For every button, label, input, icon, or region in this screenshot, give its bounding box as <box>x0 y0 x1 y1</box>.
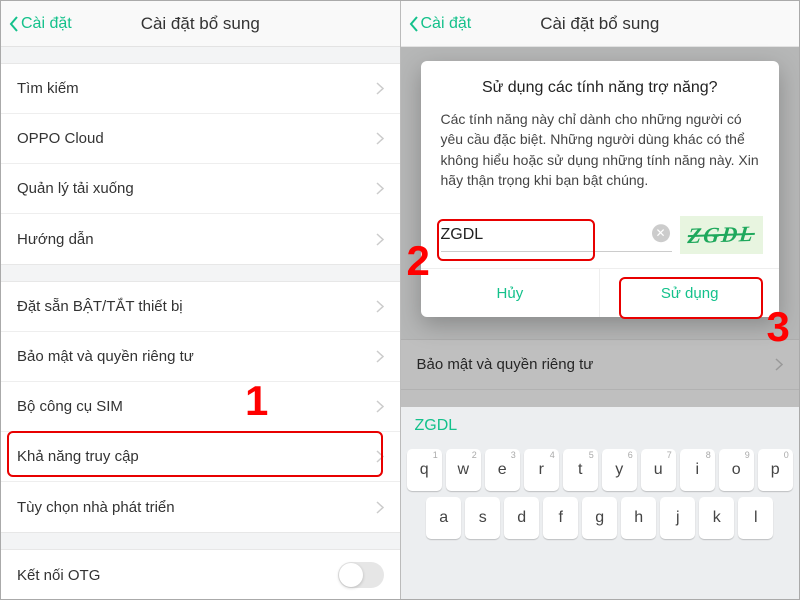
chevron-right-icon <box>376 233 384 246</box>
chevron-right-icon <box>376 182 384 195</box>
key-j[interactable]: j <box>660 497 695 539</box>
row-accessibility[interactable]: Khả năng truy cập <box>1 432 400 482</box>
keyboard-row-2: a s d f g h j k l <box>404 497 797 539</box>
captcha-input[interactable] <box>441 218 672 252</box>
key-w[interactable]: w2 <box>446 449 481 491</box>
key-r[interactable]: r4 <box>524 449 559 491</box>
chevron-left-icon <box>9 16 19 32</box>
key-q[interactable]: q1 <box>407 449 442 491</box>
settings-group-1: Tìm kiếm OPPO Cloud Quản lý tải xuống Hư… <box>1 63 400 265</box>
chevron-right-icon <box>376 82 384 95</box>
row-developer-options[interactable]: Tùy chọn nhà phát triển <box>1 482 400 532</box>
row-guide[interactable]: Hướng dẫn <box>1 214 400 264</box>
row-search[interactable]: Tìm kiếm <box>1 64 400 114</box>
key-t[interactable]: t5 <box>563 449 598 491</box>
key-e[interactable]: e3 <box>485 449 520 491</box>
header: Cài đặt Cài đặt bổ sung <box>401 1 800 47</box>
back-button[interactable]: Cài đặt <box>401 15 472 33</box>
confirm-button[interactable]: Sử dụng <box>600 269 779 317</box>
row-oppo-cloud[interactable]: OPPO Cloud <box>1 114 400 164</box>
chevron-right-icon <box>376 400 384 413</box>
key-l[interactable]: l <box>738 497 773 539</box>
phone-right: Cài đặt Cài đặt bổ sung Bảo mật và quyền… <box>401 1 800 599</box>
chevron-right-icon <box>376 132 384 145</box>
key-y[interactable]: y6 <box>602 449 637 491</box>
back-button[interactable]: Cài đặt <box>1 15 72 33</box>
dialog-title: Sử dụng các tính năng trợ năng? <box>441 79 760 97</box>
dialog-body: Các tính năng này chỉ dành cho những ngư… <box>441 109 760 190</box>
key-f[interactable]: f <box>543 497 578 539</box>
row-scheduled-power[interactable]: Đặt sẵn BẬT/TẮT thiết bị <box>1 282 400 332</box>
row-privacy[interactable]: Bảo mật và quyền riêng tư <box>1 332 400 382</box>
back-label: Cài đặt <box>21 15 72 33</box>
key-k[interactable]: k <box>699 497 734 539</box>
header: Cài đặt Cài đặt bổ sung <box>1 1 400 47</box>
row-otg[interactable]: Kết nối OTG <box>1 550 400 599</box>
key-u[interactable]: u7 <box>641 449 676 491</box>
row-downloads[interactable]: Quản lý tải xuống <box>1 164 400 214</box>
back-label: Cài đặt <box>421 15 472 33</box>
chevron-right-icon <box>376 300 384 313</box>
key-s[interactable]: s <box>465 497 500 539</box>
phone-left: Cài đặt Cài đặt bổ sung Tìm kiếm OPPO Cl… <box>1 1 400 599</box>
key-p[interactable]: p0 <box>758 449 793 491</box>
row-sim-toolkit[interactable]: Bộ công cụ SIM <box>1 382 400 432</box>
chevron-right-icon <box>376 501 384 514</box>
captcha-image: ZGDL <box>680 216 764 254</box>
cancel-button[interactable]: Hủy <box>421 269 601 317</box>
key-a[interactable]: a <box>426 497 461 539</box>
chevron-left-icon <box>409 16 419 32</box>
chevron-right-icon <box>376 350 384 363</box>
toggle-otg[interactable] <box>338 562 384 588</box>
clear-input-icon[interactable]: ✕ <box>652 224 670 242</box>
accessibility-dialog: Sử dụng các tính năng trợ năng? Các tính… <box>421 61 780 317</box>
keyboard-row-1: q1 w2 e3 r4 t5 y6 u7 i8 o9 p0 <box>404 449 797 491</box>
keyboard-suggestion[interactable]: ZGDL <box>401 407 800 445</box>
keyboard: ZGDL q1 w2 e3 r4 t5 y6 u7 i8 o9 p0 a s <box>401 407 800 599</box>
key-o[interactable]: o9 <box>719 449 754 491</box>
settings-group-2: Đặt sẵn BẬT/TẮT thiết bị Bảo mật và quyề… <box>1 281 400 533</box>
key-h[interactable]: h <box>621 497 656 539</box>
chevron-right-icon <box>376 450 384 463</box>
key-g[interactable]: g <box>582 497 617 539</box>
key-i[interactable]: i8 <box>680 449 715 491</box>
key-d[interactable]: d <box>504 497 539 539</box>
settings-group-3: Kết nối OTG <box>1 549 400 599</box>
